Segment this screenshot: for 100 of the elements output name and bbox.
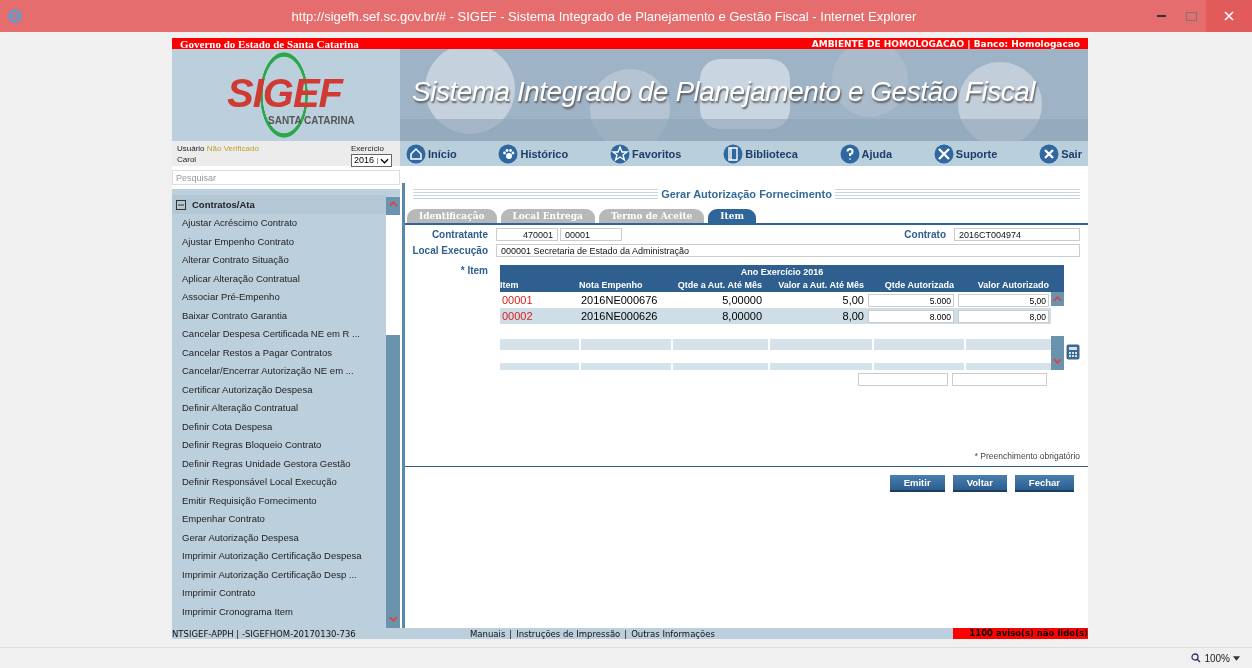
menu-item[interactable]: Imprimir Cronograma Item: [172, 602, 386, 621]
footer-link[interactable]: Instruções de Impressão: [516, 628, 621, 639]
nav-link[interactable]: Início: [406, 143, 457, 164]
nav-link[interactable]: Histórico: [498, 143, 569, 164]
column-header: Item: [500, 280, 520, 290]
user-name: Carol: [177, 154, 198, 165]
close-icon: [1039, 143, 1060, 164]
table-cell-text: 2016NE000676: [580, 294, 659, 306]
required-note: * Preenchimento obrigatório: [974, 451, 1080, 461]
table-cell-text: 8,00000: [721, 310, 763, 322]
table-cell-text: 8,00: [841, 310, 865, 322]
home-icon: [406, 143, 426, 164]
menu-item[interactable]: Certificar Autorização Despesa: [172, 380, 386, 399]
menu-item[interactable]: Aplicar Alteração Contratual: [172, 269, 386, 288]
quantity-field[interactable]: 8.000: [868, 309, 954, 323]
input-field[interactable]: 2016CT004974: [954, 228, 1080, 241]
value-field[interactable]: 8,00: [958, 309, 1049, 323]
column-header: Valor Autorizado: [976, 280, 1050, 290]
action-button[interactable]: Emitir: [889, 475, 945, 492]
nav-link[interactable]: Favoritos: [609, 143, 682, 164]
total-field[interactable]: [952, 373, 1047, 386]
scrollbar[interactable]: [386, 197, 400, 628]
item-link[interactable]: 00001: [500, 294, 579, 306]
menu-item[interactable]: Definir Alteração Contratual: [172, 399, 386, 418]
input-field[interactable]: 000001 Secretaria de Estado da Administração: [496, 244, 1080, 257]
scroll-down-icon[interactable]: [1053, 358, 1062, 364]
scrollbar[interactable]: [1051, 292, 1064, 370]
table-cell-text: 5,00: [841, 294, 865, 306]
link-separator: |: [624, 628, 628, 639]
zoom-control[interactable]: 100%: [1191, 652, 1240, 664]
menu-item[interactable]: Imprimir Contrato: [172, 584, 386, 603]
menu-group-header[interactable]: Contratos/Ata: [172, 195, 386, 214]
scrollbar-thumb[interactable]: [386, 215, 400, 335]
field-label: Local Execução: [411, 245, 489, 256]
organization-name: Governo do Estado de Santa Catarina: [180, 37, 359, 50]
year-label: Exercício: [350, 143, 385, 154]
menu-item[interactable]: Ajustar Acréscimo Contrato: [172, 214, 386, 233]
action-button[interactable]: Fechar: [1014, 475, 1074, 492]
menu-item[interactable]: Cancelar/Encerrar Autorização NE em ...: [172, 362, 386, 381]
table-cell-text: 5,00000: [721, 294, 763, 306]
input-field[interactable]: 470001: [496, 228, 558, 241]
menu-item[interactable]: Definir Regras Bloqueio Contrato: [172, 436, 386, 455]
notification-alert[interactable]: 1100 aviso(s) não lido(s): [953, 628, 1088, 639]
calculator-icon[interactable]: [1066, 344, 1080, 360]
value-field[interactable]: 5,00: [958, 293, 1049, 307]
input-field[interactable]: 00001: [560, 228, 622, 241]
menu-item[interactable]: Definir Regras Unidade Gestora Gestão: [172, 454, 386, 473]
field-label: Contrato: [904, 229, 947, 240]
scroll-up-icon[interactable]: [388, 201, 398, 207]
browser-logo-icon: [8, 9, 22, 23]
column-header: Valor a Aut. Até Mês: [777, 280, 865, 290]
menu-item[interactable]: Imprimir Autorização Certificação Despesa: [172, 547, 386, 566]
scrollbar-thumb[interactable]: [1051, 306, 1064, 336]
scroll-down-icon[interactable]: [388, 616, 398, 622]
column-header: Qtde Autorizada: [883, 280, 955, 290]
close-icon: [1224, 11, 1234, 21]
menu-group-label: Contratos/Ata: [192, 199, 255, 210]
close-button[interactable]: [1206, 0, 1252, 32]
nav-link[interactable]: Sair: [1039, 143, 1082, 164]
menu-item[interactable]: Empenhar Contrato: [172, 510, 386, 529]
action-button[interactable]: Voltar: [952, 475, 1007, 492]
field-label: Contratante: [430, 229, 489, 240]
year-select[interactable]: 2016: [350, 154, 392, 167]
item-link[interactable]: 00002: [500, 310, 579, 322]
field-label: * Item: [459, 265, 489, 276]
total-field[interactable]: [858, 373, 948, 386]
menu-item[interactable]: Alterar Contrato Situação: [172, 251, 386, 270]
magnifier-icon: [1191, 653, 1202, 663]
menu-item[interactable]: Associar Pré-Empenho: [172, 288, 386, 307]
book-icon: [723, 143, 744, 164]
footer-link[interactable]: Manuais: [470, 628, 506, 639]
minimize-icon: [1156, 15, 1166, 17]
search-field[interactable]: Pesquisar: [172, 170, 400, 185]
link-separator: |: [509, 628, 513, 639]
nav-link[interactable]: Ajuda: [839, 143, 893, 164]
caret-icon: [1233, 655, 1240, 661]
menu-item[interactable]: Gerar Autorização Despesa: [172, 528, 386, 547]
menu-item[interactable]: Definir Cota Despesa: [172, 417, 386, 436]
column-header: Qtde a Aut. Até Mês: [676, 280, 763, 290]
menu-item[interactable]: Baixar Contrato Garantia: [172, 306, 386, 325]
menu-item[interactable]: Ajustar Empenho Contrato: [172, 232, 386, 251]
paw-icon: [498, 143, 519, 164]
scroll-up-icon[interactable]: [1053, 296, 1062, 302]
user-label: Usuário Não Verificado: [177, 143, 259, 154]
menu-item[interactable]: Cancelar Despesa Certificada NE em R ...: [172, 325, 386, 344]
quantity-field[interactable]: 5.000: [868, 293, 954, 307]
banner-title: Sistema Integrado de Planejamento e Gestão Fiscal: [412, 76, 1035, 108]
menu-item[interactable]: Emitir Requisição Fornecimento: [172, 491, 386, 510]
menu-item[interactable]: Imprimir Autorização Certificação Desp ...: [172, 565, 386, 584]
nav-link[interactable]: Suporte: [933, 143, 998, 164]
nav-link[interactable]: Biblioteca: [723, 143, 798, 164]
star-icon: [609, 143, 630, 164]
help-icon: [839, 143, 860, 164]
tab[interactable]: Item: [708, 209, 756, 223]
menu-item[interactable]: Definir Responsável Local Execução: [172, 473, 386, 492]
window-title: http://sigefh.sef.sc.gov.br/# - SIGEF - Sistema Integrado de Planejamento e Gestão Fiscal - Internet Explorer: [290, 8, 918, 24]
menu-item[interactable]: Cancelar Restos a Pagar Contratos: [172, 343, 386, 362]
table-cell-text: 2016NE000626: [580, 310, 659, 322]
environment-label: AMBIENTE DE HOMOLOGACAO | Banco: Homologacao: [811, 38, 1080, 49]
footer-link[interactable]: Outras Informações: [631, 628, 715, 639]
